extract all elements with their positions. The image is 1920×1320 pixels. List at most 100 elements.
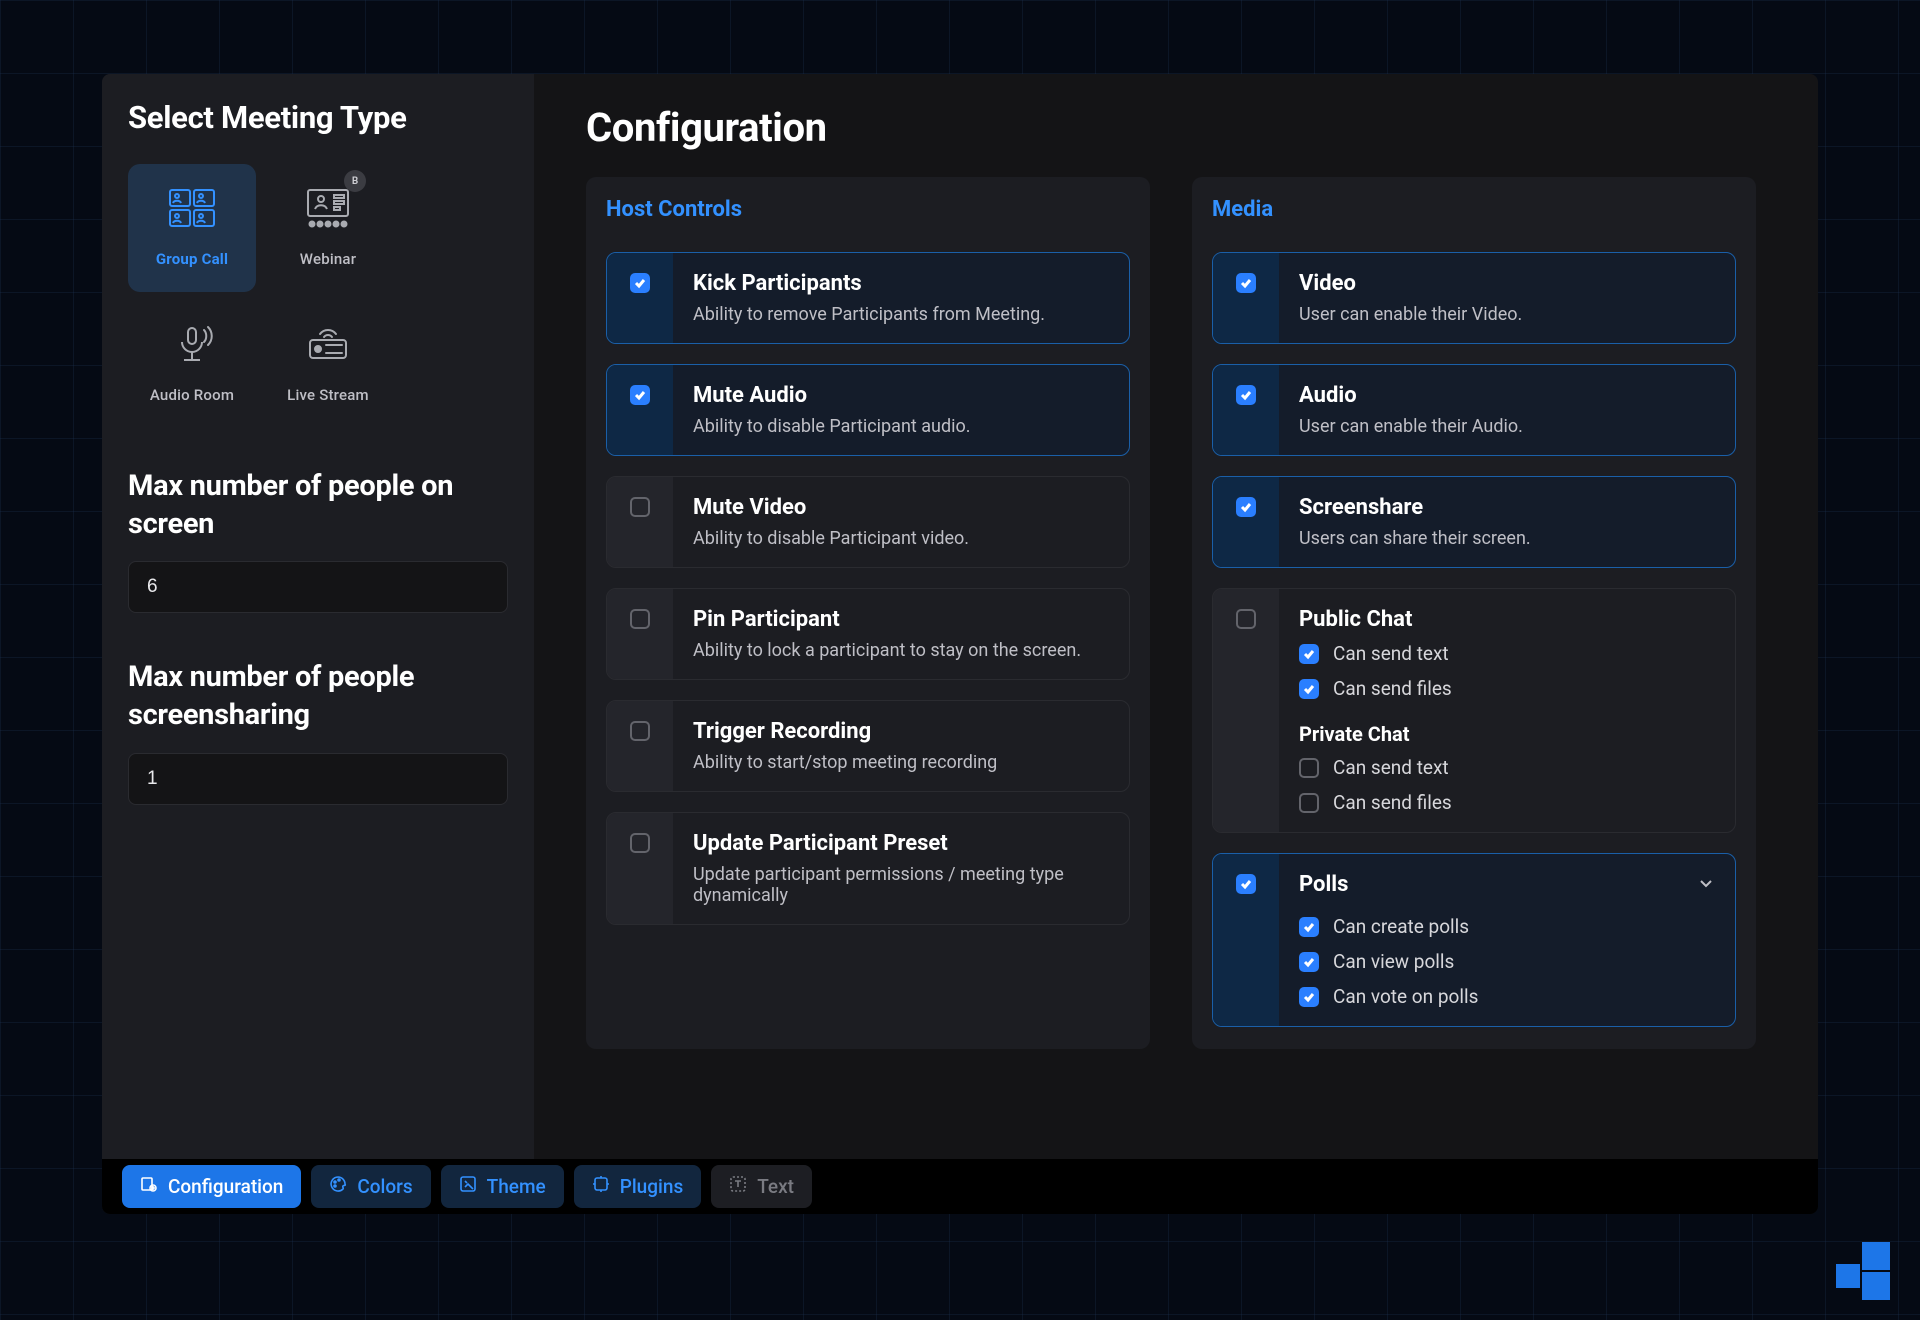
meeting-type-grid: Group Call B Webinar: [128, 164, 508, 428]
checkbox[interactable]: [630, 721, 650, 741]
permission-card[interactable]: Video User can enable their Video.: [1212, 252, 1736, 344]
permission-checkbox-col: [1213, 253, 1279, 343]
permission-title: Kick Participants: [693, 271, 1109, 296]
max-screenshare-input[interactable]: [128, 753, 508, 805]
tab-label: Colors: [357, 1175, 412, 1198]
permission-checkbox-col: [607, 813, 673, 924]
permission-card[interactable]: Audio User can enable their Audio.: [1212, 364, 1736, 456]
checkbox[interactable]: [1236, 609, 1256, 629]
permission-title: Trigger Recording: [693, 719, 1109, 744]
permission-desc: Ability to lock a participant to stay on…: [693, 640, 1109, 661]
meeting-type-group-call[interactable]: Group Call: [128, 164, 256, 292]
permission-desc: Update participant permissions / meeting…: [693, 864, 1109, 906]
checkbox[interactable]: [1299, 987, 1319, 1007]
sub-option-label: Can send files: [1333, 791, 1452, 814]
configuration-icon: [140, 1175, 158, 1198]
meeting-type-live-stream[interactable]: Live Stream: [264, 300, 392, 428]
meeting-type-label: Audio Room: [150, 386, 234, 404]
permission-checkbox-col: [607, 589, 673, 679]
checkbox[interactable]: [1236, 385, 1256, 405]
page-title: Configuration: [586, 104, 1766, 151]
checkbox[interactable]: [630, 497, 650, 517]
sub-option[interactable]: Can create polls: [1299, 915, 1715, 938]
permission-checkbox-col: [607, 701, 673, 791]
tab-plugins[interactable]: Plugins: [574, 1165, 702, 1208]
permission-checkbox-col: [607, 365, 673, 455]
permission-desc: Ability to remove Participants from Meet…: [693, 304, 1109, 325]
sub-option-label: Can vote on polls: [1333, 985, 1478, 1008]
meeting-type-audio-room[interactable]: Audio Room: [128, 300, 256, 428]
checkbox[interactable]: [1299, 679, 1319, 699]
colors-icon: [329, 1175, 347, 1198]
permission-card-polls[interactable]: Polls Can create polls Can view polls Can …: [1212, 853, 1736, 1027]
sub-option[interactable]: Can vote on polls: [1299, 985, 1715, 1008]
tab-label: Configuration: [168, 1175, 283, 1198]
tab-label: Text: [757, 1175, 794, 1198]
permission-card[interactable]: Kick Participants Ability to remove Part…: [606, 252, 1130, 344]
tab-text[interactable]: Text: [711, 1165, 812, 1208]
checkbox[interactable]: [1299, 793, 1319, 813]
permission-card[interactable]: Mute Video Ability to disable Participan…: [606, 476, 1130, 568]
sub-option[interactable]: Can send text: [1299, 756, 1715, 779]
permission-card[interactable]: Mute Audio Ability to disable Participan…: [606, 364, 1130, 456]
permission-card[interactable]: Screenshare Users can share their screen…: [1212, 476, 1736, 568]
permission-card[interactable]: Update Participant Preset Update partici…: [606, 812, 1130, 925]
sidebar: Select Meeting Type Group Call: [102, 74, 534, 1214]
sub-option[interactable]: Can send files: [1299, 791, 1715, 814]
permission-title: Audio: [1299, 383, 1715, 408]
tab-label: Theme: [487, 1175, 546, 1198]
tab-theme[interactable]: Theme: [441, 1165, 564, 1208]
text-icon: [729, 1175, 747, 1198]
sub-option-label: Can send text: [1333, 756, 1449, 779]
public-chat-title: Public Chat: [1299, 607, 1715, 632]
max-people-label: Max number of people on screen: [128, 468, 508, 543]
permission-checkbox-col: [1213, 365, 1279, 455]
permission-checkbox-col: [607, 253, 673, 343]
checkbox[interactable]: [630, 273, 650, 293]
panel-title: Host Controls: [606, 195, 1130, 232]
permission-title: Pin Participant: [693, 607, 1109, 632]
checkbox[interactable]: [1299, 952, 1319, 972]
permission-desc: User can enable their Video.: [1299, 304, 1715, 325]
plugins-icon: [592, 1175, 610, 1198]
permission-checkbox-col: [607, 477, 673, 567]
polls-title: Polls: [1299, 872, 1348, 897]
checkbox[interactable]: [1236, 874, 1256, 894]
sub-option[interactable]: Can send text: [1299, 642, 1715, 665]
checkbox[interactable]: [1236, 497, 1256, 517]
group-call-icon: [168, 188, 216, 234]
checkbox[interactable]: [1299, 644, 1319, 664]
sub-option[interactable]: Can send files: [1299, 677, 1715, 700]
main: Configuration Host Controls Kick Partici…: [534, 74, 1818, 1214]
tab-colors[interactable]: Colors: [311, 1165, 430, 1208]
checkbox[interactable]: [630, 385, 650, 405]
checkbox[interactable]: [1299, 917, 1319, 937]
sub-option-label: Can create polls: [1333, 915, 1469, 938]
permission-card[interactable]: Trigger Recording Ability to start/stop …: [606, 700, 1130, 792]
tab-configuration[interactable]: Configuration: [122, 1165, 301, 1208]
permission-checkbox-col: [1213, 477, 1279, 567]
sub-option-label: Can view polls: [1333, 950, 1454, 973]
permission-desc: Users can share their screen.: [1299, 528, 1715, 549]
max-screenshare-label: Max number of people screensharing: [128, 659, 508, 734]
permission-title: Mute Video: [693, 495, 1109, 520]
checkbox[interactable]: [630, 833, 650, 853]
permission-desc: Ability to disable Participant audio.: [693, 416, 1109, 437]
permission-card[interactable]: Pin Participant Ability to lock a partic…: [606, 588, 1130, 680]
panel-title: Media: [1212, 195, 1736, 232]
checkbox[interactable]: [1236, 273, 1256, 293]
meeting-type-label: Group Call: [156, 250, 228, 268]
chevron-down-icon[interactable]: [1697, 874, 1715, 896]
max-people-input[interactable]: [128, 561, 508, 613]
permission-title: Mute Audio: [693, 383, 1109, 408]
meeting-type-webinar[interactable]: B Webinar: [264, 164, 392, 292]
sub-option[interactable]: Can view polls: [1299, 950, 1715, 973]
bottom-tab-bar: Configuration Colors Theme Plugins Text: [102, 1159, 1818, 1214]
checkbox[interactable]: [1299, 758, 1319, 778]
theme-icon: [459, 1175, 477, 1198]
permission-desc: Ability to start/stop meeting recording: [693, 752, 1109, 773]
permission-card-chat[interactable]: Public Chat Can send textCan send files …: [1212, 588, 1736, 833]
live-stream-icon: [304, 324, 352, 370]
permission-desc: User can enable their Audio.: [1299, 416, 1715, 437]
checkbox[interactable]: [630, 609, 650, 629]
